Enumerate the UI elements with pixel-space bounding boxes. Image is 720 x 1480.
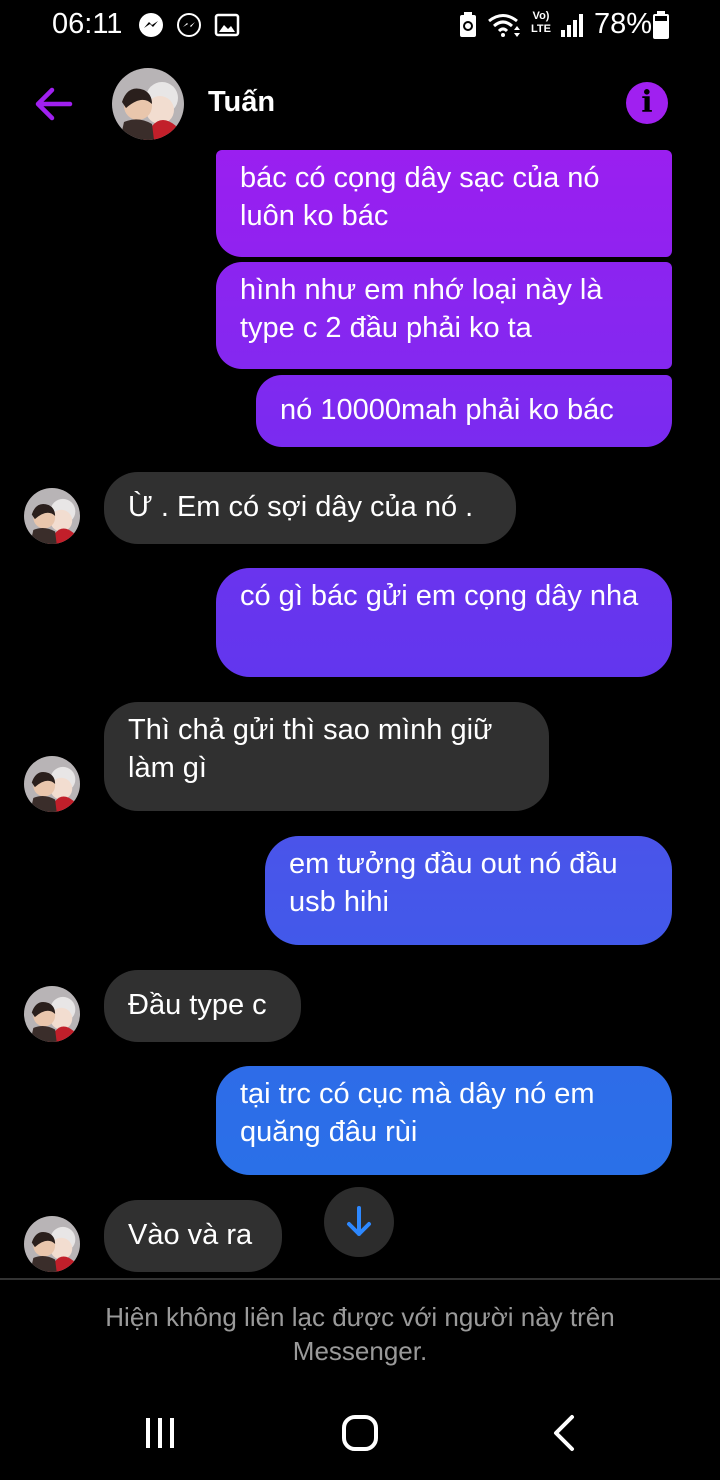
info-button[interactable]: i xyxy=(626,82,668,124)
status-time: 06:11 xyxy=(52,8,123,40)
sender-avatar[interactable] xyxy=(24,986,80,1042)
contact-name[interactable]: Tuấn xyxy=(208,86,275,119)
messenger-icon xyxy=(139,13,163,37)
battery-icon xyxy=(653,11,669,39)
volte-top-label: Vo) xyxy=(532,10,550,22)
status-bar: 06:11 Vo) LTE 78% xyxy=(0,0,720,50)
message-bubble-incoming[interactable]: Ừ . Em có sợi dây của nó . xyxy=(104,472,516,544)
messenger-outline-icon xyxy=(177,13,201,37)
wifi-icon xyxy=(488,14,520,37)
home-icon[interactable] xyxy=(338,1410,382,1456)
recent-apps-icon[interactable] xyxy=(140,1410,180,1456)
message-bubble-incoming[interactable]: Thì chả gửi thì sao mình giữ làm gì xyxy=(104,702,549,811)
sender-avatar[interactable] xyxy=(24,756,80,812)
sender-avatar[interactable] xyxy=(24,1216,80,1272)
contact-photo-image xyxy=(112,68,184,140)
battery-percent: 78% xyxy=(594,8,653,40)
composer-divider xyxy=(0,1278,720,1280)
message-bubble-incoming[interactable]: Đầu type c xyxy=(104,970,301,1042)
unavailable-notice: Hiện không liên lạc được với người này t… xyxy=(105,1302,615,1366)
message-bubble-outgoing[interactable]: em tưởng đầu out nó đầu usb hihi xyxy=(265,836,672,945)
arrow-down-icon xyxy=(347,1206,371,1236)
sender-photo-image xyxy=(24,756,80,812)
message-bubble-outgoing[interactable]: hình như em nhớ loại này là type c 2 đầu… xyxy=(216,262,672,369)
info-icon: i xyxy=(641,85,653,120)
back-arrow-icon[interactable] xyxy=(30,82,80,126)
message-bubble-outgoing[interactable]: có gì bác gửi em cọng dây nha xyxy=(216,568,672,677)
message-bubble-outgoing[interactable]: nó 10000mah phải ko bác xyxy=(256,375,672,447)
gallery-icon xyxy=(214,13,240,37)
message-bubble-outgoing[interactable]: bác có cọng dây sạc của nó luôn ko bác xyxy=(216,150,672,257)
sender-photo-image xyxy=(24,986,80,1042)
message-bubble-outgoing[interactable]: tại trc có cục mà dây nó em quăng đâu rù… xyxy=(216,1066,672,1175)
system-navigation-bar xyxy=(0,1390,720,1480)
message-bubble-incoming[interactable]: Vào và ra xyxy=(104,1200,282,1272)
conversation-header: Tuấn i xyxy=(0,60,720,150)
scroll-to-bottom-button[interactable] xyxy=(324,1187,394,1257)
sender-photo-image xyxy=(24,488,80,544)
message-list[interactable]: bác có cọng dây sạc của nó luôn ko bác h… xyxy=(0,150,720,1278)
contact-avatar[interactable] xyxy=(112,68,184,140)
sender-photo-image xyxy=(24,1216,80,1272)
volte-bottom-label: LTE xyxy=(531,23,551,35)
battery-saver-icon xyxy=(460,12,476,37)
sender-avatar[interactable] xyxy=(24,488,80,544)
volte-icon: Vo) LTE xyxy=(528,10,554,36)
back-nav-icon[interactable] xyxy=(546,1410,582,1456)
signal-icon xyxy=(561,14,583,37)
